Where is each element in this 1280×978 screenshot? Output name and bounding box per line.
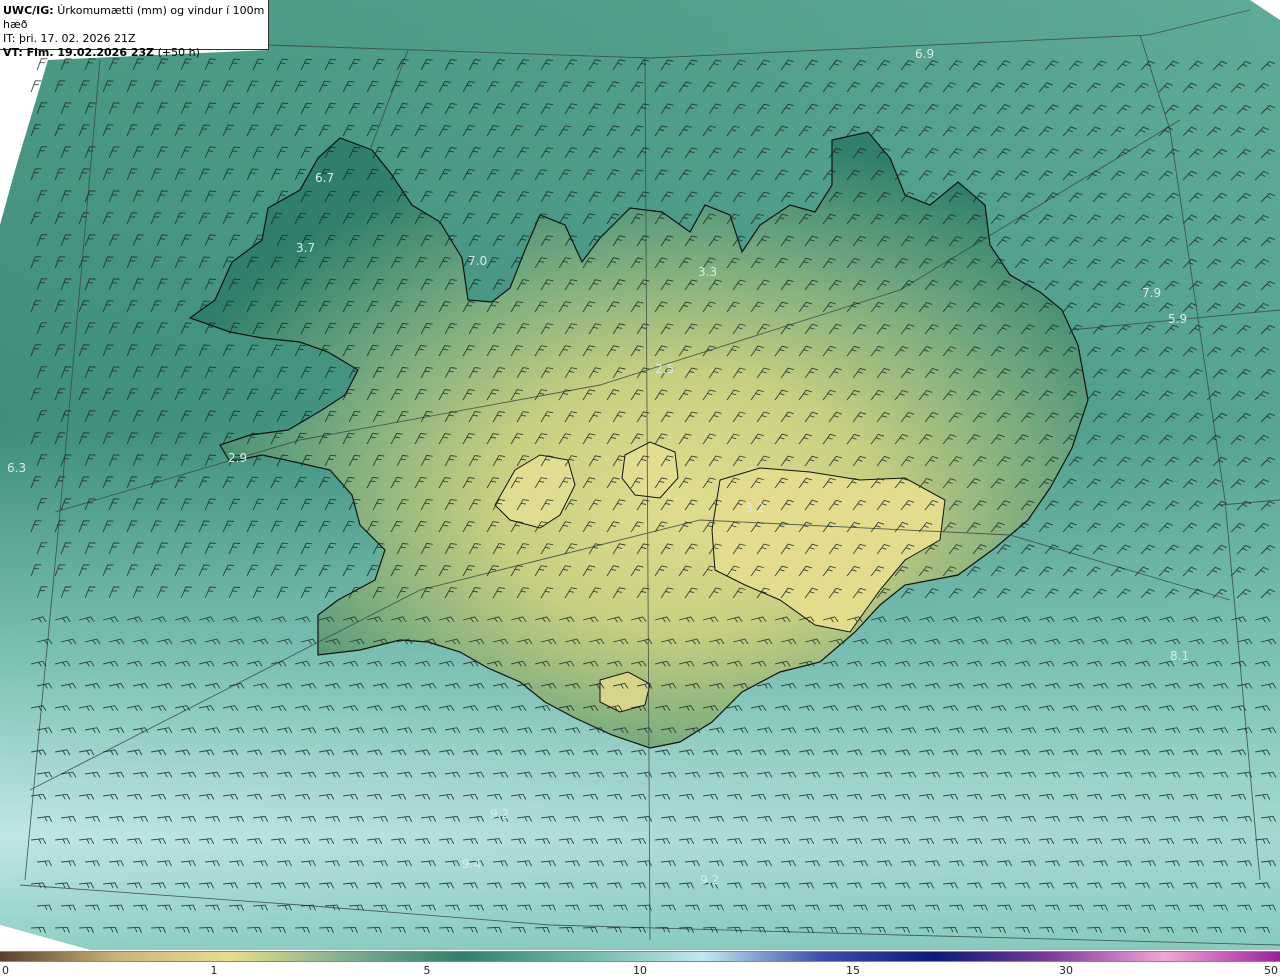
map-label: 6.3	[7, 461, 26, 475]
map-label: 9.4	[462, 857, 481, 871]
init-time-value: þri. 17. 02. 2026 21Z	[18, 32, 136, 45]
map-label: 5.9	[1168, 312, 1187, 326]
map-label: 9.2	[700, 873, 719, 887]
colorbar-tick: 0	[2, 964, 9, 977]
colorbar-tick: 50	[1264, 964, 1278, 977]
map-label: 6.7	[315, 171, 334, 185]
colorbar-tick: 5	[423, 964, 431, 977]
map-label: 3.7	[296, 241, 315, 255]
map-label: 3.3	[698, 265, 717, 279]
forecast-info-box: UWC/IG: Úrkomumætti (mm) og vindur í 100…	[0, 0, 269, 59]
title-line: UWC/IG: Úrkomumætti (mm) og vindur í 100…	[3, 4, 265, 32]
map-label: 6.9	[915, 47, 934, 61]
map-label: 3.2	[745, 501, 764, 515]
colorbar-tick: 10	[633, 964, 647, 977]
colorbar-tick: 15	[846, 964, 860, 977]
map-label: 2.5	[655, 362, 674, 376]
forecast-map: 6.9 6.7 3.7 7.0 3.3 2.5 2.9 6.3 7.9 5.9 …	[0, 0, 1280, 950]
valid-time-line: VT: Fim. 19.02.2026 23Z (+50 h)	[3, 46, 265, 60]
map-label: 7.9	[1142, 286, 1161, 300]
valid-time-value: VT: Fim. 19.02.2026 23Z	[3, 46, 155, 59]
map-label: 8.1	[1170, 649, 1189, 663]
colorbar-tick: 1	[210, 964, 218, 977]
map-label: 9.2	[490, 807, 509, 821]
map-label: 2.9	[228, 451, 247, 465]
model-name: UWC/IG:	[3, 4, 54, 17]
map-label: 7.0	[468, 254, 487, 268]
colorbar-tick: 30	[1059, 964, 1073, 977]
init-time-label: IT:	[3, 32, 16, 45]
init-time-line: IT: þri. 17. 02. 2026 21Z	[3, 32, 265, 46]
lead-time: (+50 h)	[157, 46, 200, 59]
colorbar-strip	[0, 951, 1280, 962]
